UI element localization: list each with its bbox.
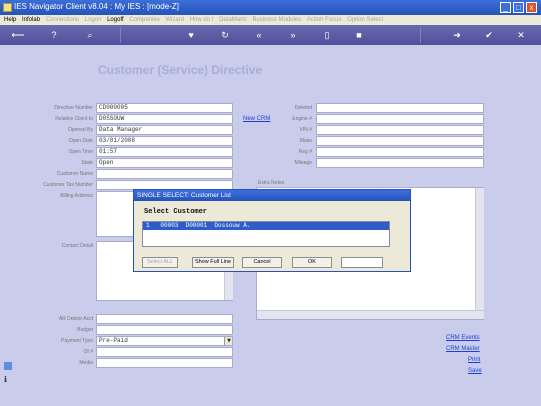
crm-master-link[interactable]: CRM Master — [446, 346, 480, 352]
menu-connections: Connections — [45, 17, 80, 23]
window-title: IES Navigator Client v8.04 : My IES : [m… — [14, 2, 179, 11]
customer-listbox[interactable]: 1 00003 D00001 Dossouw A. — [142, 221, 390, 247]
reg-number-label: Reg # — [298, 149, 312, 155]
vin-number-label: VIN # — [299, 127, 312, 133]
opened-by-label: Opened By — [67, 127, 93, 133]
page-title: Customer (Service) Directive — [98, 63, 263, 77]
directive-number-field[interactable]: CD000005 — [96, 103, 233, 113]
menu-datamarts: DataMarts — [219, 17, 247, 23]
ar-debtor-acct-label: AR Debtor Acct — [58, 316, 93, 322]
title-bar: IES Navigator Client v8.04 : My IES : [m… — [0, 0, 541, 15]
back-arrow-icon[interactable]: ⟵ — [8, 29, 28, 41]
maximize-button[interactable]: □ — [513, 2, 524, 13]
ok-button[interactable]: OK — [292, 257, 332, 268]
app-icon — [3, 3, 12, 12]
menu-help[interactable]: Help — [4, 15, 16, 25]
open-time-field[interactable]: 01:57 — [96, 147, 233, 157]
menu-how-do-i: How do I — [189, 17, 214, 23]
menu-wizard: Wizard — [165, 17, 185, 23]
open-date-field[interactable]: 03/01/2008 — [96, 136, 233, 146]
open-time-label: Open Time — [68, 149, 93, 155]
search-icon[interactable]: ⌕ — [83, 29, 97, 41]
menu-action-focus: Action Focus — [306, 17, 342, 23]
extra-notes-scrollbar[interactable] — [475, 188, 484, 310]
close-button[interactable]: x — [526, 2, 537, 13]
of-number-label: Of # — [83, 349, 93, 355]
customer-list-dialog: SINGLE SELECT: Customer List Select Cust… — [133, 189, 411, 272]
fast-forward-icon[interactable]: » — [286, 29, 300, 41]
stop-icon[interactable]: ■ — [352, 29, 366, 41]
info-icon[interactable]: ℹ — [4, 376, 12, 384]
chevron-down-icon[interactable]: ▼ — [224, 337, 232, 345]
menu-option-select: Option Select — [347, 17, 384, 23]
dialog-title: SINGLE SELECT: Customer List — [134, 190, 410, 201]
deleted-label: Deleted — [294, 105, 312, 111]
save-link[interactable]: Save — [468, 368, 482, 374]
toolbar-separator — [120, 27, 121, 43]
toolbar: ⟵ ? ⌕ ♥ ↻ « » ▯ ■ ➜ ✔ ✕ — [0, 25, 541, 45]
deleted-field[interactable] — [316, 103, 484, 113]
right-arrow-icon[interactable]: ➜ — [450, 29, 464, 41]
directive-number-label: Directive Number — [54, 105, 93, 111]
menu-business-modules: Business Modules — [252, 17, 302, 23]
relative-client-field[interactable]: D0SSOUW — [96, 114, 233, 124]
menu-infolab[interactable]: Infolab — [22, 15, 40, 25]
of-number-field[interactable] — [96, 347, 233, 357]
close-icon[interactable]: ✕ — [514, 29, 528, 41]
vin-number-field[interactable] — [316, 125, 484, 135]
state-field[interactable]: Open — [96, 158, 233, 168]
menu-logoff[interactable]: Logoff — [107, 15, 124, 25]
extra-notes-label: Extra Notes — [258, 180, 285, 186]
list-item[interactable]: 1 00003 D00001 Dossouw A. — [143, 222, 389, 230]
make-field[interactable] — [316, 136, 484, 146]
rewind-icon[interactable]: « — [252, 29, 266, 41]
minimize-button[interactable]: _ — [500, 2, 511, 13]
media-field[interactable] — [96, 358, 233, 368]
customer-name-field[interactable] — [96, 169, 233, 179]
engine-number-field[interactable] — [316, 114, 484, 124]
payment-type-value: Pre-Paid — [99, 337, 128, 344]
customer-name-label: Customer Name — [56, 171, 93, 177]
budget-label: Budget — [77, 327, 93, 333]
media-label: Media — [79, 360, 93, 366]
select-all-button: Select ALL — [142, 257, 178, 268]
billing-address-label: Billing Address — [60, 193, 93, 199]
extra-notes-hscrollbar[interactable] — [257, 310, 484, 319]
toolbar-separator — [420, 27, 421, 43]
side-screen-icon[interactable] — [4, 362, 12, 370]
make-label: Make — [299, 138, 312, 144]
relative-client-label: Relative Client to — [55, 116, 93, 122]
heart-icon[interactable]: ♥ — [184, 29, 198, 41]
dialog-input-field[interactable] — [341, 257, 383, 268]
crm-events-link[interactable]: CRM Events — [446, 335, 480, 341]
menu-logon: Logon — [84, 17, 102, 23]
mileage-label: Mileage — [294, 160, 312, 166]
budget-field[interactable] — [96, 325, 233, 335]
customer-tax-number-label: Customer Tax Number — [43, 182, 93, 188]
menu-companies: Companies — [129, 17, 160, 23]
dialog-heading: Select Customer — [144, 208, 208, 216]
cancel-button[interactable]: Cancel — [242, 257, 282, 268]
print-link[interactable]: Print — [468, 357, 480, 363]
open-date-label: Open Date — [68, 138, 93, 144]
payment-type-label: Payment Type — [61, 338, 93, 344]
ar-debtor-acct-field[interactable] — [96, 314, 233, 324]
check-icon[interactable]: ✔ — [482, 29, 496, 41]
mileage-field[interactable] — [316, 158, 484, 168]
refresh-icon[interactable]: ↻ — [218, 29, 232, 41]
reg-number-field[interactable] — [316, 147, 484, 157]
engine-number-label: Engine # — [292, 116, 312, 122]
opened-by-field[interactable]: Data Manager — [96, 125, 233, 135]
contact-detail-label: Contact Detail — [61, 243, 93, 249]
state-label: State — [81, 160, 93, 166]
folder-icon[interactable]: ▯ — [320, 29, 334, 41]
show-full-line-button[interactable]: Show Full Line — [192, 257, 234, 268]
menu-bar: Help Infolab Connections Logon Logoff Co… — [0, 15, 541, 25]
payment-type-select[interactable]: Pre-Paid ▼ — [96, 336, 233, 346]
help-icon[interactable]: ? — [47, 29, 61, 41]
